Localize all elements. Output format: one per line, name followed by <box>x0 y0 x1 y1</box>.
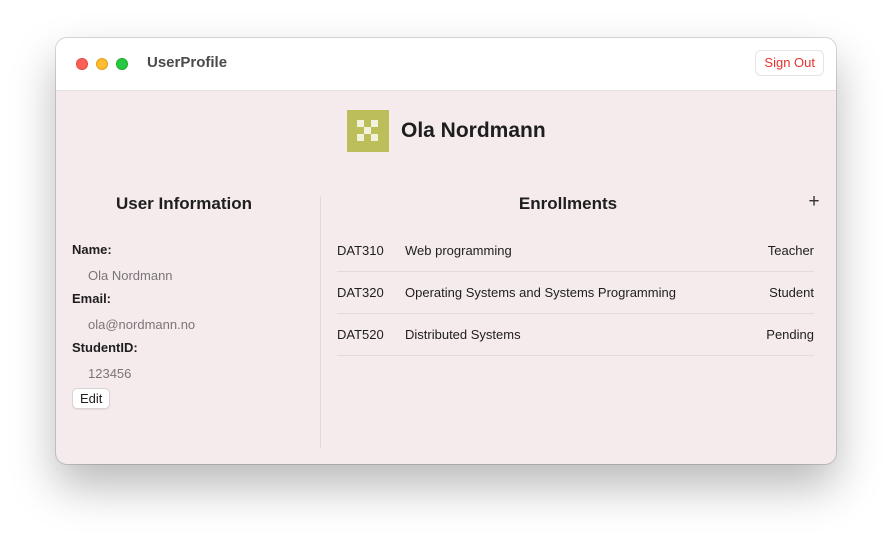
enrollments-list: DAT310 Web programming Teacher DAT320 Op… <box>337 230 814 356</box>
edit-button[interactable]: Edit <box>72 388 111 409</box>
minimize-window-button[interactable] <box>96 58 108 70</box>
enrollment-role: Student <box>769 285 814 300</box>
enrollment-row[interactable]: DAT310 Web programming Teacher <box>337 230 814 272</box>
course-name: Operating Systems and Systems Programmin… <box>405 285 676 300</box>
course-code: DAT520 <box>337 327 384 342</box>
enrollment-row[interactable]: DAT520 Distributed Systems Pending <box>337 314 814 356</box>
add-enrollment-button[interactable]: + <box>804 192 824 212</box>
profile-header: Ola Nordmann <box>347 110 546 152</box>
identicon-avatar-icon <box>347 110 389 152</box>
course-code: DAT320 <box>337 285 384 300</box>
email-label: Email: <box>72 291 112 306</box>
zoom-window-button[interactable] <box>116 58 128 70</box>
course-name: Distributed Systems <box>405 327 521 342</box>
sign-out-button[interactable]: Sign Out <box>755 50 824 76</box>
close-window-button[interactable] <box>76 58 88 70</box>
app-window: UserProfile Sign Out Ola Nordmann User I… <box>56 38 836 464</box>
student-id-label: StudentID: <box>72 340 138 355</box>
title-bar: UserProfile Sign Out <box>56 38 836 91</box>
profile-name: Ola Nordmann <box>401 119 546 142</box>
email-value: ola@nordmann.no <box>88 317 196 332</box>
student-id-value: 123456 <box>88 366 132 381</box>
enrollment-row[interactable]: DAT320 Operating Systems and Systems Pro… <box>337 272 814 314</box>
course-name: Web programming <box>405 243 512 258</box>
user-information-heading: User Information <box>115 194 253 213</box>
course-code: DAT310 <box>337 243 384 258</box>
enrollment-role: Pending <box>766 327 814 342</box>
name-label: Name: <box>72 242 112 257</box>
window-title: UserProfile <box>147 54 228 71</box>
plus-icon: + <box>808 191 820 212</box>
enrollments-heading: Enrollments <box>518 194 618 213</box>
column-divider <box>320 196 321 448</box>
name-value: Ola Nordmann <box>88 268 173 283</box>
enrollment-role: Teacher <box>767 243 814 258</box>
